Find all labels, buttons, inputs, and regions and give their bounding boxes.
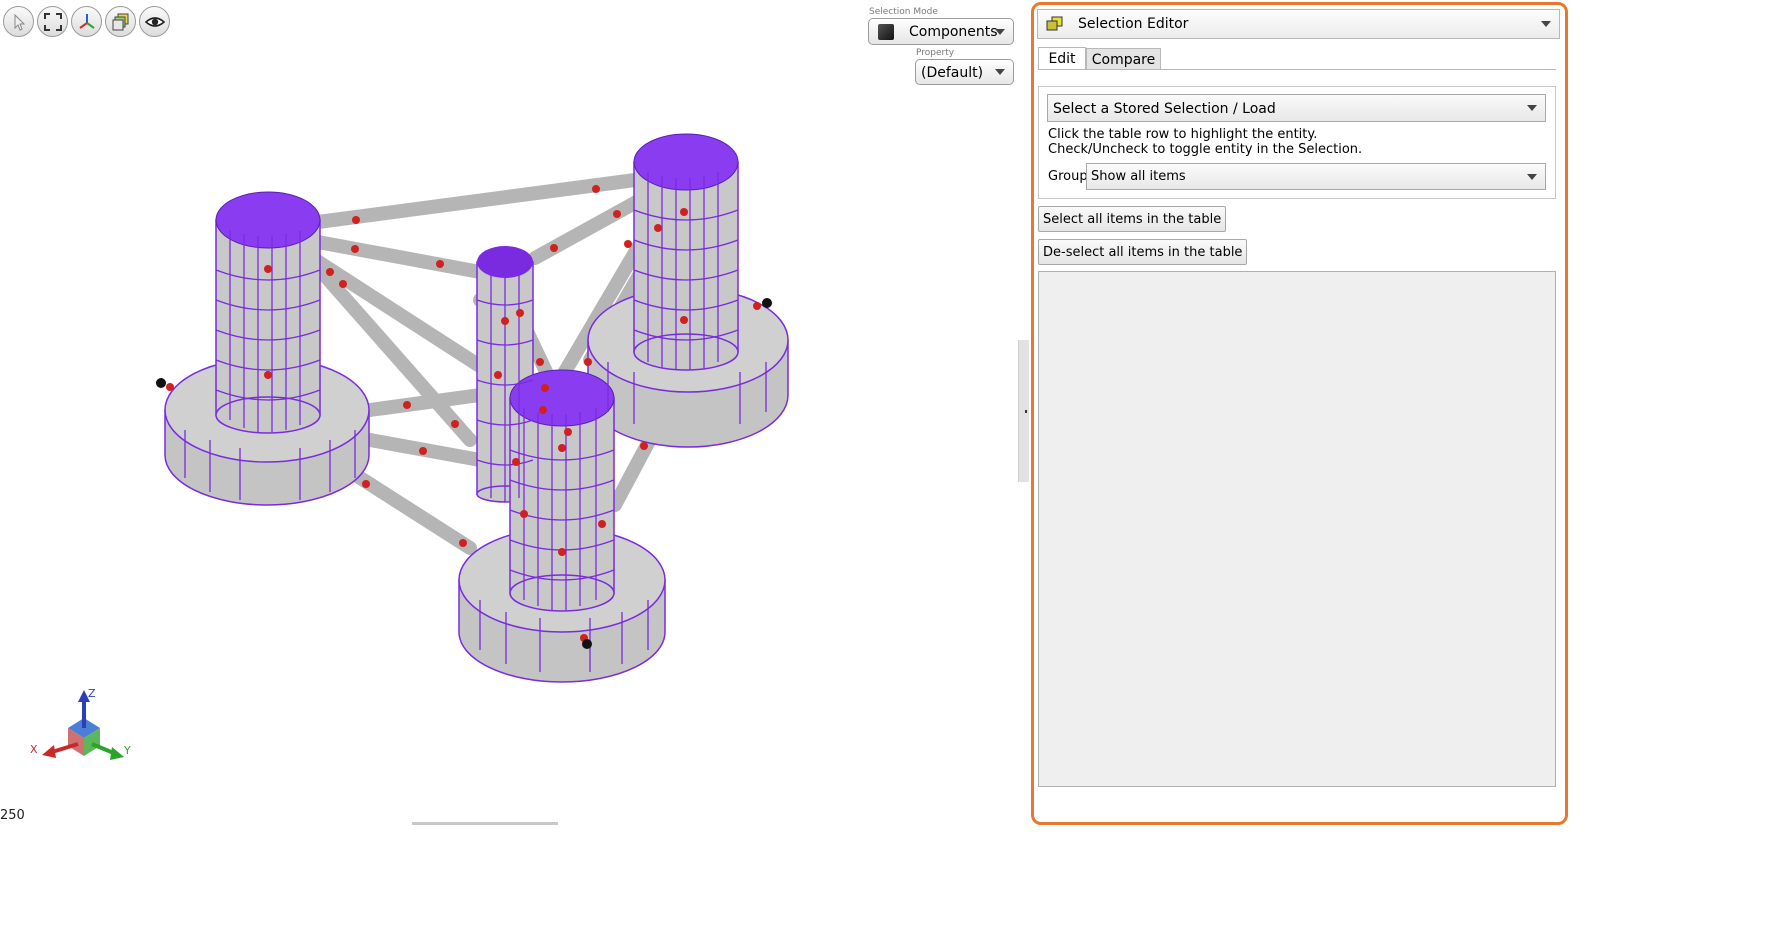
group-value: Show all items bbox=[1091, 169, 1186, 184]
panel-title: Selection Editor bbox=[1078, 16, 1189, 32]
axis-triad bbox=[42, 690, 124, 760]
selection-editor-icon bbox=[1046, 16, 1064, 32]
group-label: Group bbox=[1048, 169, 1088, 184]
chevron-down-icon bbox=[1527, 105, 1537, 111]
tab-edit-label: Edit bbox=[1048, 51, 1076, 67]
scale-readout: 250 bbox=[0, 808, 25, 823]
axis-label-x: X bbox=[30, 743, 38, 756]
chevron-down-icon bbox=[1527, 173, 1537, 180]
tab-compare[interactable]: Compare bbox=[1086, 48, 1161, 70]
entity-table[interactable] bbox=[1038, 271, 1556, 787]
model-viewport[interactable] bbox=[0, 0, 1015, 830]
horizontal-scrollbar[interactable] bbox=[412, 822, 558, 825]
tab-compare-label: Compare bbox=[1091, 51, 1156, 68]
axis-label-y: Y bbox=[124, 744, 131, 757]
panel-splitter[interactable] bbox=[1018, 340, 1029, 482]
axis-label-z: Z bbox=[88, 687, 96, 700]
stored-selection-value: Select a Stored Selection / Load bbox=[1053, 101, 1276, 117]
splitter-grip-icon bbox=[1025, 410, 1027, 413]
deselect-all-label: De-select all items in the table bbox=[1043, 244, 1243, 260]
stored-selection-dropdown[interactable]: Select a Stored Selection / Load bbox=[1047, 94, 1546, 122]
panel-selector-dropdown[interactable]: Selection Editor bbox=[1037, 9, 1560, 39]
chevron-down-icon bbox=[1541, 21, 1551, 27]
tab-edit[interactable]: Edit bbox=[1038, 47, 1086, 70]
deselect-all-button[interactable]: De-select all items in the table bbox=[1038, 239, 1248, 265]
select-all-button[interactable]: Select all items in the table bbox=[1038, 206, 1227, 232]
group-dropdown[interactable]: Show all items bbox=[1086, 163, 1546, 190]
help-text-toggle: Check/Uncheck to toggle entity in the Se… bbox=[1048, 142, 1363, 157]
help-text-highlight: Click the table row to highlight the ent… bbox=[1048, 127, 1318, 142]
tab-divider bbox=[1038, 69, 1556, 70]
select-all-label: Select all items in the table bbox=[1043, 211, 1222, 227]
